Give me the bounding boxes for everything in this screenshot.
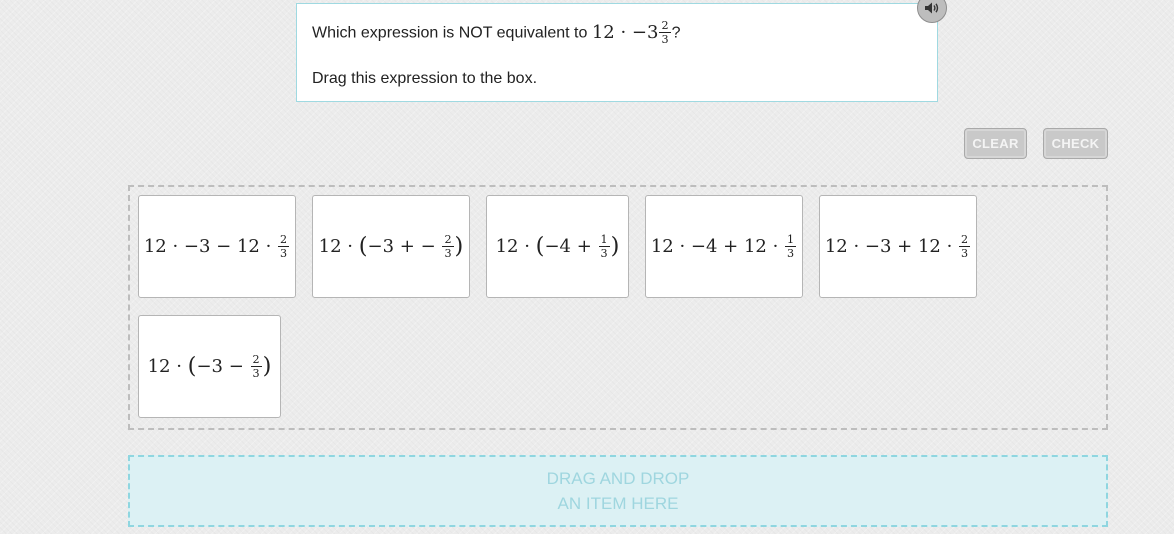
expression-fraction: 13	[598, 232, 610, 260]
question-expression: 12 · −3 2 3	[591, 19, 672, 47]
question-mark: ?	[671, 24, 681, 42]
expression-fraction: 23	[442, 232, 454, 260]
fraction-numerator: 1	[598, 232, 610, 247]
fraction-denominator: 3	[787, 247, 795, 260]
question-expression-lead: 12 · −3	[591, 21, 659, 43]
fraction-numerator: 1	[785, 232, 797, 247]
expression-inner: −3 −	[196, 356, 244, 377]
expression-fraction: 23	[959, 232, 971, 260]
check-button[interactable]: CHECK	[1043, 128, 1108, 159]
expression-prefix: 12 ·	[318, 236, 354, 257]
fraction-denominator: 3	[444, 247, 452, 260]
close-paren: )	[454, 233, 464, 260]
expression-card[interactable]: 12 · −4 + 12 · 13	[645, 195, 803, 298]
expression-card[interactable]: 12 · (−3 + − 2 3)	[312, 195, 470, 298]
clear-button[interactable]: CLEAR	[964, 128, 1027, 159]
expression-inner: −4 +	[544, 236, 592, 257]
open-paren: (	[187, 353, 197, 380]
close-paren: )	[262, 353, 272, 380]
question-panel: Which expression is NOT equivalent to 12…	[296, 3, 938, 102]
fraction-denominator: 3	[961, 247, 969, 260]
fraction-denominator: 3	[600, 247, 608, 260]
fraction-numerator: 2	[442, 232, 454, 247]
expression-card[interactable]: 12 · (−4 + 1 3)	[486, 195, 629, 298]
fraction-denominator: 3	[661, 33, 669, 47]
audio-button[interactable]	[917, 0, 947, 23]
expression-prefix: 12 · −4 + 12 ·	[650, 236, 779, 257]
expression-prefix: 12 · −3 − 12 ·	[143, 236, 272, 257]
expression-card[interactable]: 12 · (−3 − 2 3)	[138, 315, 281, 418]
expression-card[interactable]: 12 · −3 − 12 · 23	[138, 195, 296, 298]
question-fraction: 23	[659, 19, 671, 47]
drop-zone-label-line1: DRAG AND DROP	[546, 469, 690, 488]
close-paren: )	[610, 233, 620, 260]
fraction-numerator: 2	[959, 232, 971, 247]
expression-fraction: 23	[278, 232, 290, 260]
fraction-denominator: 3	[252, 367, 260, 380]
fraction-numerator: 2	[659, 19, 671, 34]
expression-inner: −3 + −	[367, 236, 436, 257]
expression-prefix: 12 · −3 + 12 ·	[824, 236, 953, 257]
expression-fraction: 23	[250, 352, 262, 380]
question-text: Which expression is NOT equivalent to	[312, 24, 588, 42]
fraction-numerator: 2	[250, 352, 262, 367]
expression-card[interactable]: 12 · −3 + 12 · 23	[819, 195, 977, 298]
fraction-denominator: 3	[280, 247, 288, 260]
speaker-icon	[925, 2, 939, 14]
instruction-text: Drag this expression to the box.	[312, 70, 538, 87]
expression-fraction: 13	[785, 232, 797, 260]
fraction-numerator: 2	[278, 232, 290, 247]
open-paren: (	[535, 233, 545, 260]
expression-prefix: 12 ·	[495, 236, 530, 257]
drop-zone-label-line2: AN ITEM HERE	[557, 494, 679, 513]
open-paren: (	[358, 233, 368, 260]
drop-zone[interactable]: DRAG AND DROP AN ITEM HERE	[128, 455, 1108, 527]
expression-prefix: 12 ·	[147, 356, 182, 377]
question-line: Which expression is NOT equivalent to 12…	[312, 20, 680, 45]
